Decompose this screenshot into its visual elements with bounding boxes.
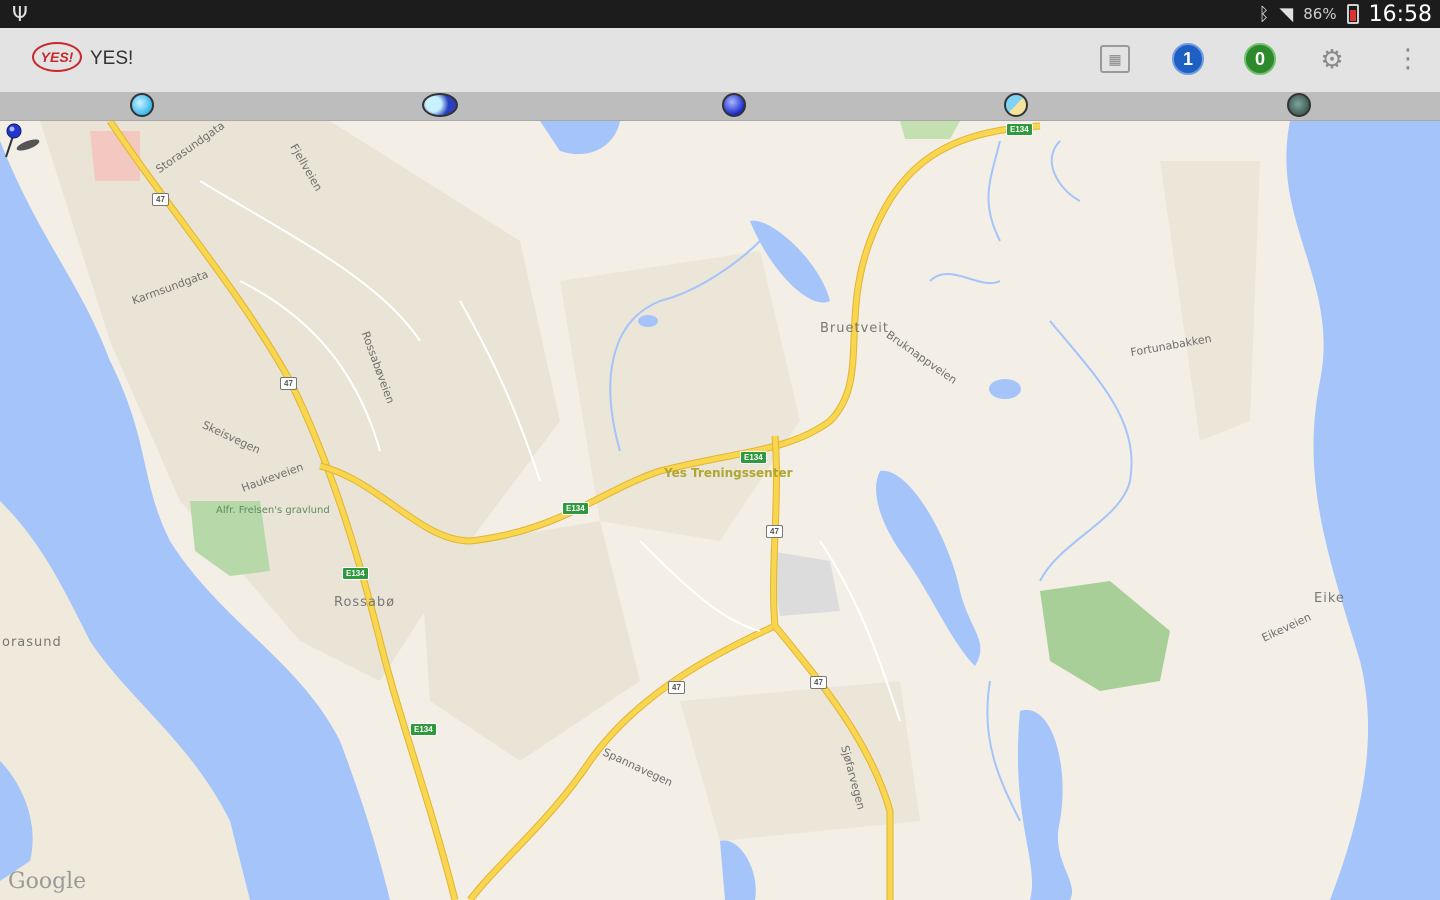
poi-label[interactable]: Yes Treningssenter	[664, 466, 793, 480]
route-shield: E134	[740, 451, 767, 464]
marker-strip	[0, 92, 1440, 121]
wifi-icon: ◥	[1279, 3, 1294, 25]
route-shield: E134	[1006, 123, 1033, 136]
blue-count-button[interactable]: 1	[1172, 43, 1204, 75]
chart-icon: ▦	[1108, 50, 1122, 67]
marker-double-blue[interactable]	[422, 93, 458, 117]
green-count-button[interactable]: 0	[1244, 43, 1276, 75]
overflow-menu-icon[interactable]: ⋮	[1392, 43, 1424, 75]
marker-light-blue[interactable]	[130, 93, 154, 117]
battery-percent: 86%	[1303, 5, 1337, 23]
place-label-karmsund: orasund	[2, 635, 62, 650]
location-pin-icon[interactable]	[0, 121, 42, 163]
place-label-bruetveit: Bruetveit	[820, 321, 889, 336]
status-icons: ᛒ ◥ 86% 16:58	[1259, 0, 1432, 28]
route-shield: E134	[410, 723, 437, 736]
action-bar: YES! YES! ▦ 1 0 ⚙ ⋮	[0, 28, 1440, 93]
google-attribution: Google	[8, 869, 87, 894]
map-view[interactable]: Bruetveit Rossabø Eike orasund Yes Treni…	[0, 121, 1440, 900]
usb-icon: Ψ	[12, 2, 28, 26]
route-shield: 47	[668, 681, 685, 694]
route-shield: E134	[562, 502, 589, 515]
marker-dark-blue[interactable]	[722, 93, 746, 117]
bluetooth-icon: ᛒ	[1258, 3, 1270, 25]
place-label-rossabo: Rossabø	[334, 595, 396, 610]
route-shield: 47	[280, 377, 297, 390]
gear-icon[interactable]: ⚙	[1316, 43, 1348, 75]
status-bar: Ψ ᛒ ◥ 86% 16:58	[0, 0, 1440, 28]
chart-button[interactable]: ▦	[1100, 45, 1130, 73]
battery-icon	[1346, 4, 1359, 24]
marker-blue-yellow[interactable]	[1004, 93, 1028, 117]
marker-green-grey[interactable]	[1287, 93, 1311, 117]
app-logo[interactable]: YES!	[32, 42, 82, 72]
route-shield: E134	[342, 567, 369, 580]
clock: 16:58	[1368, 1, 1432, 27]
route-shield: 47	[810, 676, 827, 689]
route-shield: 47	[766, 525, 783, 538]
place-label-eike: Eike	[1314, 591, 1345, 606]
park-label: Alfr. Frelsen's gravlund	[216, 505, 330, 516]
route-shield: 47	[152, 193, 169, 206]
app-title: YES!	[90, 48, 134, 69]
